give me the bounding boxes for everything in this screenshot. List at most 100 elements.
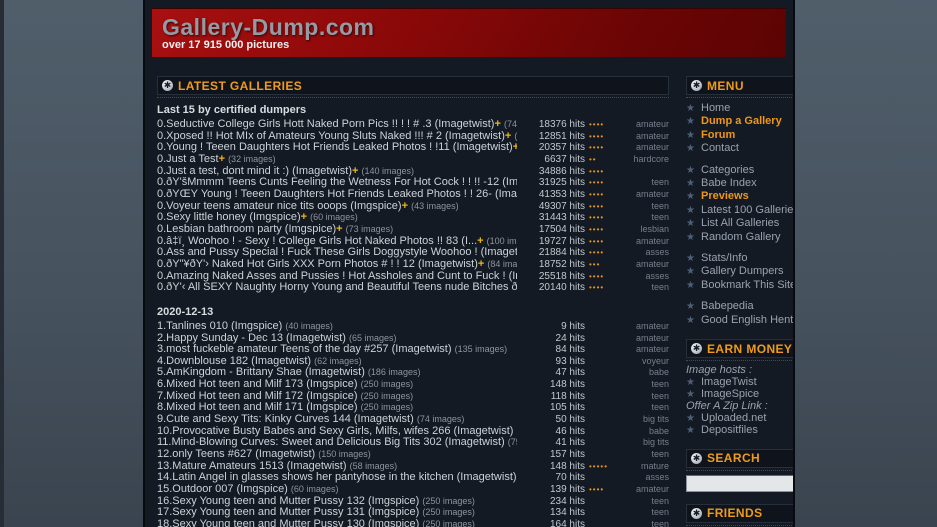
menu-link[interactable]: Forum <box>701 129 735 142</box>
more-link[interactable]: + <box>402 201 408 212</box>
menu-link[interactable]: Bookmark This Site <box>701 279 795 292</box>
more-link[interactable]: + <box>505 131 511 142</box>
category-label[interactable]: amateur <box>619 119 669 131</box>
menu-item[interactable]: ★ Good English Hentai <box>686 314 795 327</box>
more-link[interactable]: + <box>477 236 483 247</box>
category-label[interactable]: asses <box>619 247 669 259</box>
gallery-link[interactable]: 15.Outdoor 007 (Imgspice) <box>157 484 288 495</box>
category-label[interactable]: asses <box>619 271 669 283</box>
gallery-link[interactable]: 0.Just a Test <box>157 154 219 165</box>
category-label[interactable]: teen <box>619 519 669 527</box>
gallery-link[interactable]: 0.ðŸŒŸ Young ! Teeen Daughters Hot Frien… <box>157 189 517 200</box>
gallery-link[interactable]: 17.Sexy Young teen and Mutter Pussy 131 … <box>157 507 419 518</box>
menu-link[interactable]: Home <box>701 102 730 115</box>
gallery-link[interactable]: 0.Lesbian bathroom party (Imgspice) <box>157 224 336 235</box>
gallery-link[interactable]: 5.AmKingdom - Brittany Shae (Imagetwist) <box>157 367 365 378</box>
menu-link[interactable]: Latest 100 Galleries <box>701 204 795 217</box>
gallery-link[interactable]: 0.Just a test, dont mind it :) (Imagetwi… <box>157 166 352 177</box>
category-label[interactable]: asses <box>619 472 669 484</box>
more-link[interactable]: + <box>494 119 500 130</box>
menu-link[interactable]: Random Gallery <box>701 231 780 244</box>
gallery-link[interactable]: 18.Sexy Young teen and Mutter Pussy 130 … <box>157 519 419 527</box>
category-label[interactable]: lesbian <box>619 224 669 236</box>
gallery-link[interactable]: 0.Ass and Pussy Special ! Fuck These Gir… <box>157 247 517 258</box>
category-label[interactable]: amateur <box>619 333 669 345</box>
earn-money-link[interactable]: Depositfiles <box>701 425 758 437</box>
category-label[interactable]: amateur <box>619 321 669 333</box>
category-label[interactable]: teen <box>619 212 669 224</box>
menu-item[interactable]: ★ Babe Index <box>686 177 795 190</box>
menu-item[interactable]: ★ Categories <box>686 164 795 177</box>
category-label[interactable]: amateur <box>619 259 669 271</box>
earn-money-link[interactable]: Offer A Zip Link : <box>686 401 768 413</box>
more-link[interactable]: + <box>301 212 307 223</box>
menu-link[interactable]: Gallery Dumpers <box>701 265 784 278</box>
more-link[interactable]: + <box>352 166 358 177</box>
gallery-link[interactable]: 7.Mixed Hot teen and Milf 172 (Imgspice) <box>157 391 358 402</box>
category-label[interactable]: mature <box>619 461 669 473</box>
gallery-link[interactable]: 0.Sexy little honey (Imgspice) <box>157 212 301 223</box>
category-label[interactable]: teen <box>619 379 669 391</box>
gallery-link[interactable]: 2.Happy Sunday - Dec 13 (Imagetwist) <box>157 333 346 344</box>
category-label[interactable]: amateur <box>619 189 669 201</box>
category-label[interactable]: amateur <box>619 484 669 496</box>
menu-item[interactable]: ★ Previews <box>686 190 795 203</box>
more-link[interactable]: + <box>478 259 484 270</box>
category-label[interactable]: babe <box>619 426 669 438</box>
gallery-link[interactable]: 12.only Teens #627 (Imagetwist) <box>157 449 315 460</box>
category-label[interactable]: babe <box>619 367 669 379</box>
category-label[interactable]: teen <box>619 282 669 294</box>
menu-item[interactable]: ★ List All Galleries <box>686 217 795 230</box>
gallery-link[interactable]: 10.Provocative Busty Babes and Sexy Girl… <box>157 426 513 437</box>
gallery-link[interactable]: 9.Cute and Sexy Tits: Kinky Curves 144 (… <box>157 414 414 425</box>
category-label[interactable]: teen <box>619 507 669 519</box>
menu-item[interactable]: ★ Gallery Dumpers <box>686 265 795 278</box>
menu-item[interactable]: ★ Stats/Info <box>686 252 795 265</box>
menu-item[interactable]: ★ Home <box>686 102 795 115</box>
category-label[interactable]: amateur <box>619 131 669 143</box>
gallery-link[interactable]: 0.Xposed !! Hot MIx of Amateurs Young Sl… <box>157 131 505 142</box>
menu-link[interactable]: Categories <box>701 164 754 177</box>
gallery-link[interactable]: 13.Mature Amateurs 1513 (Imagetwist) <box>157 461 347 472</box>
category-label[interactable]: amateur <box>619 236 669 248</box>
earn-money-item[interactable]: ★ Depositfiles <box>686 425 795 437</box>
gallery-link[interactable]: 0.Young ! Teeen Daughters Hot Friends Le… <box>157 142 513 153</box>
category-label[interactable]: amateur <box>619 344 669 356</box>
gallery-link[interactable]: 0.Seductive College Girls Hott Naked Por… <box>157 119 494 130</box>
category-label[interactable]: amateur <box>619 142 669 154</box>
menu-link[interactable]: Dump a Gallery <box>701 115 782 128</box>
gallery-link[interactable]: 14.Latin Angel in glasses shows her pant… <box>157 472 517 483</box>
menu-item[interactable]: ★ Contact <box>686 142 795 155</box>
category-label[interactable]: teen <box>619 177 669 189</box>
menu-item[interactable]: ★ Bookmark This Site <box>686 279 795 292</box>
gallery-link[interactable]: 3.most fuckeble amateur Teens of the day… <box>157 344 452 355</box>
gallery-link[interactable]: 0.Voyeur teens amateur nice tits ooops (… <box>157 201 402 212</box>
menu-link[interactable]: Previews <box>701 190 749 203</box>
menu-link[interactable]: Contact <box>701 142 739 155</box>
menu-link[interactable]: List All Galleries <box>701 217 779 230</box>
menu-item[interactable]: ★ Forum <box>686 129 795 142</box>
gallery-link[interactable]: 0.ðŸ'šMmmm Teens Cunts Feeling the Wetne… <box>157 177 517 188</box>
gallery-link[interactable]: 0.ðŸ'‹ All SEXY Naughty Horny Young and … <box>157 282 517 293</box>
gallery-link[interactable]: 0.ðŸ"¥ðŸ'› Naked Hot Girls XXX Porn Phot… <box>157 259 478 270</box>
menu-item[interactable]: ★ Dump a Gallery <box>686 115 795 128</box>
search-input[interactable] <box>686 475 795 492</box>
category-label[interactable]: hardcore <box>619 154 669 166</box>
earn-money-item[interactable]: ★ Offer A Zip Link : <box>686 401 795 413</box>
menu-item[interactable]: ★ Latest 100 Galleries <box>686 204 795 217</box>
category-label[interactable]: voyeur <box>619 356 669 368</box>
menu-link[interactable]: Good English Hentai <box>701 314 795 327</box>
category-label[interactable]: teen <box>619 201 669 213</box>
gallery-link[interactable]: 16.Sexy Young teen and Mutter Pussy 132 … <box>157 496 419 507</box>
menu-link[interactable]: Babe Index <box>701 177 757 190</box>
gallery-link[interactable]: 8.Mixed Hot teen and Milf 171 (Imgspice) <box>157 402 358 413</box>
category-label[interactable]: teen <box>619 496 669 508</box>
earn-money-item[interactable]: ★ Uploaded.net <box>686 413 795 425</box>
menu-link[interactable]: Stats/Info <box>701 252 747 265</box>
more-link[interactable]: + <box>219 154 225 165</box>
menu-link[interactable]: Babepedia <box>701 300 754 313</box>
category-label[interactable]: big tits <box>619 414 669 426</box>
category-label[interactable]: teen <box>619 449 669 461</box>
gallery-link[interactable]: 4.Downblouse 182 (Imagetwist) <box>157 356 311 367</box>
gallery-link[interactable]: 1.Tanlines 010 (Imgspice) <box>157 321 282 332</box>
